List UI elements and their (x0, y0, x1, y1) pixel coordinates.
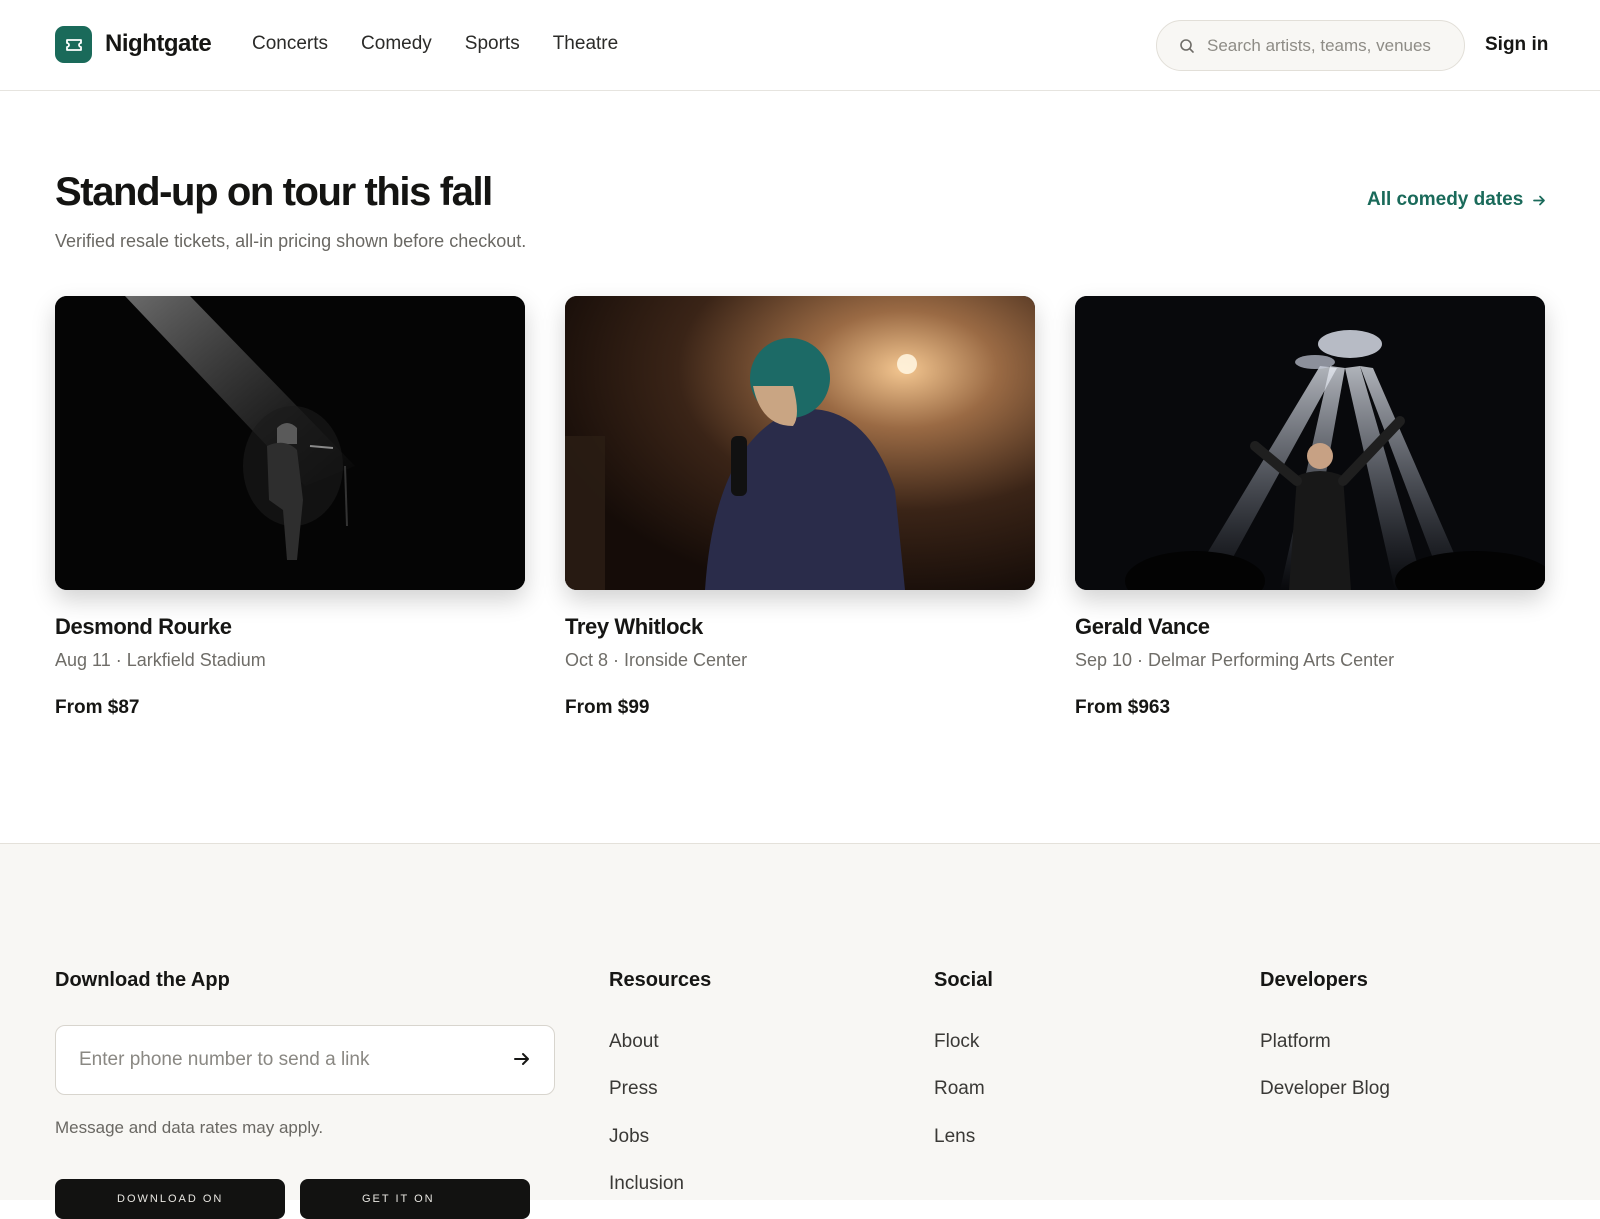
sign-in-button[interactable]: Sign in (1485, 34, 1548, 56)
event-photo (565, 296, 1035, 590)
phone-number-field[interactable] (55, 1025, 555, 1095)
all-comedy-dates-label: All comedy dates (1367, 189, 1524, 210)
event-price: From $99 (565, 697, 650, 718)
event-photo (1075, 296, 1545, 590)
send-arrow-icon[interactable] (512, 1049, 532, 1069)
google-play-button[interactable]: GET IT ON (300, 1179, 530, 1219)
event-card[interactable]: Trey Whitlock Oct 8 · Ironside Center Fr… (565, 296, 1035, 718)
brand-name[interactable]: Nightgate (105, 30, 212, 58)
event-card[interactable]: Desmond Rourke Aug 11 · Larkfield Stadiu… (55, 296, 525, 718)
event-date-venue: Sep 10 · Delmar Performing Arts Center (1075, 650, 1395, 670)
nav-concerts[interactable]: Concerts (252, 33, 328, 55)
footer-link-lens[interactable]: Lens (934, 1126, 975, 1148)
all-comedy-dates-link[interactable]: All comedy dates (1367, 189, 1546, 211)
footer-link-press[interactable]: Press (609, 1078, 658, 1100)
event-date-venue: Oct 8 · Ironside Center (565, 650, 748, 670)
footer-link-about[interactable]: About (609, 1031, 659, 1053)
footer-link-inclusion[interactable]: Inclusion (609, 1173, 684, 1195)
footer-link-developer-blog[interactable]: Developer Blog (1260, 1078, 1390, 1100)
event-photo (55, 296, 525, 590)
section-title: Stand-up on tour this fall (55, 170, 493, 214)
event-price: From $87 (55, 697, 140, 718)
search-icon (1180, 38, 1194, 53)
nav-sports[interactable]: Sports (465, 33, 520, 55)
performer-name: Trey Whitlock (565, 614, 703, 639)
app-store-button[interactable]: DOWNLOAD ON (55, 1179, 285, 1219)
event-date-venue: Aug 11 · Larkfield Stadium (55, 650, 266, 670)
resources-heading: Resources (609, 969, 712, 991)
arrow-right-icon (1533, 195, 1546, 205)
footer-link-roam[interactable]: Roam (934, 1078, 985, 1100)
top-navigation-bar: Nightgate Concerts Comedy Sports Theatre… (0, 0, 1600, 91)
event-card[interactable]: Gerald Vance Sep 10 · Delmar Performing … (1075, 296, 1545, 718)
event-price: From $963 (1075, 697, 1171, 718)
footer-link-jobs[interactable]: Jobs (609, 1126, 649, 1148)
nav-theatre[interactable]: Theatre (553, 33, 618, 55)
main-nav: Concerts Comedy Sports Theatre (252, 33, 618, 55)
nav-comedy[interactable]: Comedy (361, 33, 432, 55)
download-app-heading: Download the App (55, 969, 230, 991)
search-input[interactable] (1207, 35, 1447, 56)
developers-heading: Developers (1260, 969, 1368, 991)
rates-note: Message and data rates may apply. (55, 1118, 324, 1137)
performer-name: Gerald Vance (1075, 614, 1210, 639)
section-subtitle: Verified resale tickets, all-in pricing … (55, 231, 527, 251)
ticket-logo-icon[interactable] (55, 26, 92, 63)
site-footer: Download the App Message and data rates … (0, 843, 1600, 1219)
social-heading: Social (934, 969, 993, 991)
search-bar[interactable] (1156, 20, 1465, 71)
footer-link-flock[interactable]: Flock (934, 1031, 979, 1053)
performer-name: Desmond Rourke (55, 614, 232, 639)
phone-input[interactable] (79, 1049, 499, 1071)
footer-link-platform[interactable]: Platform (1260, 1031, 1331, 1053)
